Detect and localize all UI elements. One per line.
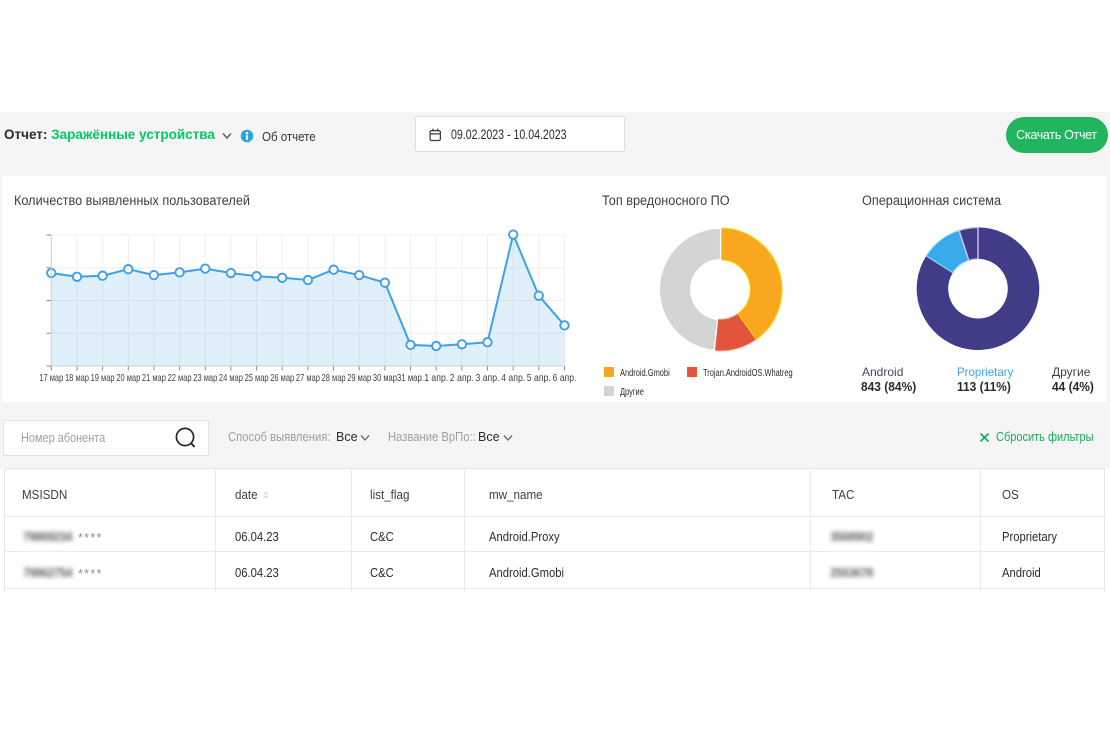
svg-text:1 апр.: 1 апр.: [424, 372, 448, 384]
svg-text:31 мар.: 31 мар.: [397, 372, 424, 384]
svg-text:21 мар: 21 мар: [142, 372, 166, 384]
svg-text:26 мар: 26 мар: [270, 372, 294, 384]
svg-text:20 мар: 20 мар: [116, 372, 140, 384]
svg-text:23 мар: 23 мар: [193, 372, 217, 384]
svg-text:19 мар: 19 мар: [91, 372, 115, 384]
svg-text:17 мар: 17 мар: [39, 372, 63, 384]
svg-text:29 мар: 29 мар: [347, 372, 371, 384]
svg-text:18 мар: 18 мар: [65, 372, 89, 384]
svg-text:3 апр.: 3 апр.: [476, 372, 500, 384]
svg-text:2 апр.: 2 апр.: [450, 372, 474, 384]
svg-text:25 мар: 25 мар: [245, 372, 269, 384]
svg-text:27 мар: 27 мар: [296, 372, 320, 384]
svg-text:4 апр.: 4 апр.: [501, 372, 525, 384]
svg-text:24 мар: 24 мар: [219, 372, 243, 384]
svg-text:30 мар: 30 мар: [373, 372, 397, 384]
svg-text:22 мар: 22 мар: [168, 372, 192, 384]
svg-text:6 апр.: 6 апр.: [553, 372, 577, 384]
svg-text:28 мар: 28 мар: [322, 372, 346, 384]
svg-text:5 апр.: 5 апр.: [527, 372, 551, 384]
